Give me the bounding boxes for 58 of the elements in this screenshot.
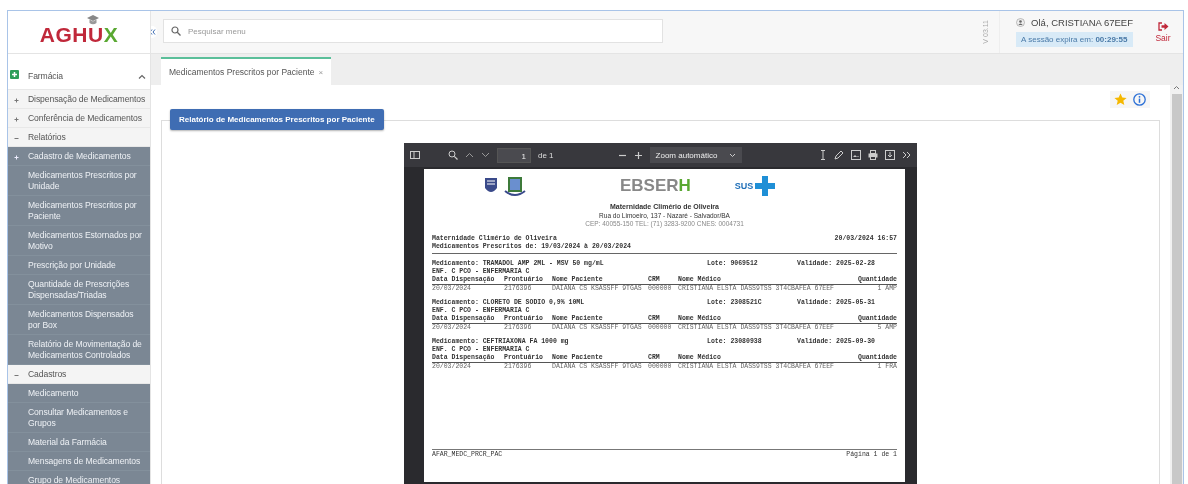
logout-button[interactable]: Sair bbox=[1143, 11, 1183, 53]
chevron-up-icon bbox=[465, 152, 474, 158]
sidebar-item[interactable]: Medicamentos Estornados por Motivo bbox=[8, 226, 150, 256]
crest-icon bbox=[504, 175, 526, 197]
sidebar-item[interactable]: Consultar Medicamentos e Grupos bbox=[8, 403, 150, 433]
tab[interactable]: Medicamentos Prescritos por Paciente × bbox=[161, 57, 332, 85]
chevron-up-icon bbox=[1173, 85, 1180, 90]
plus-icon bbox=[633, 150, 643, 160]
sidebar-item[interactable]: Relatório de Movimentação de Medicamentos Controlados bbox=[8, 335, 150, 365]
user-greeting: Olá, CRISTIANA 67EEF bbox=[1031, 17, 1133, 28]
sidebar-item[interactable]: Cadastro de Medicamentos bbox=[8, 147, 150, 166]
search-icon bbox=[171, 26, 181, 36]
info-icon bbox=[1133, 93, 1146, 106]
chevron-up-icon bbox=[138, 73, 146, 79]
session-timer: A sessão expira em: 00:29:55 bbox=[1016, 32, 1133, 47]
zoom-dropdown[interactable]: Zoom automático bbox=[649, 147, 743, 163]
minus-icon bbox=[14, 373, 19, 378]
sidebar-item[interactable]: Prescrição por Unidade bbox=[8, 256, 150, 275]
chevron-down-icon bbox=[481, 152, 490, 158]
sidebar-item[interactable]: Cadastros bbox=[8, 365, 150, 384]
print-icon bbox=[868, 150, 878, 160]
plus-icon bbox=[14, 117, 19, 122]
sidebar-item[interactable]: Medicamentos Prescritos por Unidade bbox=[8, 166, 150, 196]
cross-icon bbox=[755, 176, 776, 196]
sidebar-item[interactable]: Material da Farmácia bbox=[8, 433, 150, 452]
caret-icon bbox=[729, 152, 737, 158]
user-icon bbox=[1016, 18, 1026, 27]
plus-square-icon bbox=[10, 70, 19, 79]
star-icon bbox=[1114, 93, 1127, 106]
sidebar-item[interactable]: Relatórios bbox=[8, 128, 150, 147]
sidebar-toggle-icon bbox=[410, 151, 420, 159]
page-count: de 1 bbox=[538, 150, 554, 160]
sidebar-item[interactable]: Grupo de Medicamentos bbox=[8, 471, 150, 484]
double-chevron-right-icon bbox=[902, 151, 911, 159]
logo-text: AGHUX bbox=[39, 23, 119, 47]
page-number-field[interactable]: 1 bbox=[497, 147, 531, 163]
sidebar-item[interactable]: Quantidade de Prescrições Dispensadas/Triadas bbox=[8, 275, 150, 305]
logout-icon bbox=[1157, 21, 1169, 31]
search-icon bbox=[448, 150, 458, 160]
plus-icon bbox=[14, 98, 19, 103]
search-field[interactable]: Pesquisar menu bbox=[163, 19, 663, 43]
sidebar-item[interactable]: Medicamentos Dispensados por Box bbox=[8, 305, 150, 335]
image-icon bbox=[851, 150, 861, 160]
text-cursor-icon bbox=[819, 150, 827, 160]
report-button[interactable]: Relatório de Medicamentos Prescritos por Paciente bbox=[170, 109, 384, 130]
graduation-cap-icon bbox=[86, 14, 100, 26]
sidebar-item[interactable]: Medicamentos Prescritos por Paciente bbox=[8, 196, 150, 226]
minus-icon bbox=[14, 136, 19, 141]
save-icon bbox=[885, 150, 895, 160]
sus-logo: SUS bbox=[734, 176, 776, 196]
scrollbar[interactable] bbox=[1170, 85, 1183, 484]
pen-icon bbox=[834, 150, 844, 160]
sidebar-item[interactable]: Medicamento bbox=[8, 384, 150, 403]
sidebar-item[interactable]: Conferência de Medicamentos bbox=[8, 109, 150, 128]
sidebar-item[interactable]: Dispensação de Medicamentos bbox=[8, 90, 150, 109]
brand-logo: EBSERH bbox=[620, 176, 691, 196]
sidebar-item[interactable]: Mensagens de Medicamentos bbox=[8, 452, 150, 471]
plus-icon bbox=[14, 155, 19, 160]
